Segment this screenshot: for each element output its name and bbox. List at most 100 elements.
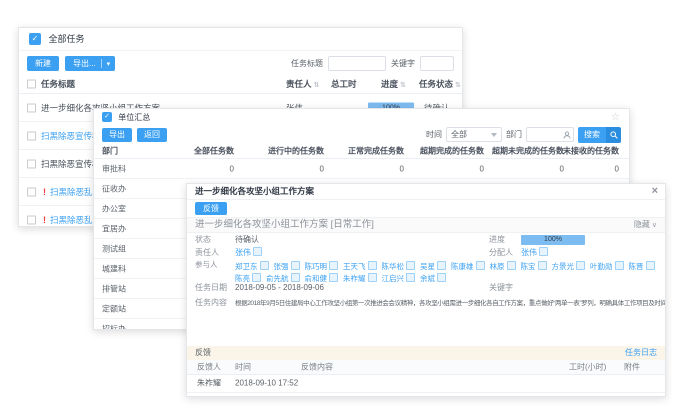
contact-card-icon[interactable]: [260, 261, 269, 270]
sort-icon[interactable]: [400, 79, 406, 89]
col-progress[interactable]: 进度: [381, 78, 406, 90]
star-icon[interactable]: [611, 109, 620, 126]
date-row: 任务日期 2018-09-05 - 2018-09-06 关键字: [187, 281, 665, 294]
feedback-button[interactable]: 反馈: [195, 202, 227, 215]
keyword-label: 关键字: [489, 281, 513, 294]
caret-down-icon[interactable]: [101, 59, 111, 68]
collapse-toggle[interactable]: 隐藏: [634, 218, 657, 233]
row-checkbox[interactable]: [27, 187, 36, 196]
progress-label: 进度: [489, 233, 505, 246]
status-value: 待确认: [235, 233, 259, 246]
row-checkbox[interactable]: [27, 215, 36, 224]
row-checkbox[interactable]: [27, 103, 36, 112]
person-link[interactable]: 陈宝: [521, 262, 536, 271]
participants-row: 参与人 郑卫东 张强 陈巧明 王天飞 陈华松 吴星 陈康雄 林原 陈宝 方景光 …: [187, 259, 665, 281]
contact-card-icon[interactable]: [406, 261, 415, 270]
dept-filter-label: 部门: [506, 129, 522, 140]
person-link[interactable]: 王天飞: [343, 262, 366, 271]
col-owner-label: 责任人: [286, 79, 312, 89]
owner-label: 责任人: [195, 246, 219, 259]
owner-row: 责任人 张伟 分配人 张伟: [187, 246, 665, 259]
search-button-label: 搜索: [578, 127, 606, 143]
detail-title: 进一步细化各攻坚小组工作方案: [195, 186, 314, 196]
owner-value: 张伟: [235, 246, 262, 259]
task-log-link[interactable]: 任务日志: [625, 346, 657, 360]
dept-filter-field: [526, 127, 574, 142]
person-icon[interactable]: [563, 131, 571, 139]
col-progress-label: 进度: [381, 79, 398, 89]
person-link[interactable]: 林原: [490, 262, 505, 271]
time-filter-select[interactable]: 全部: [446, 127, 502, 142]
col-feedback-time: 时间: [235, 362, 251, 373]
contact-card-icon[interactable]: [437, 261, 446, 270]
row-checkbox[interactable]: [27, 131, 36, 140]
panel-title: 单位汇总: [118, 113, 150, 122]
detail-actions: 反馈: [187, 200, 665, 217]
value-cell: 0: [560, 164, 564, 173]
panel-title: 全部任务: [49, 34, 85, 44]
search-button[interactable]: 搜索: [578, 127, 621, 143]
person-link[interactable]: 陈晋: [629, 262, 644, 271]
contact-card-icon[interactable]: [615, 261, 624, 270]
person-link[interactable]: 陈巧明: [305, 262, 328, 271]
contact-card-icon[interactable]: [646, 261, 655, 270]
sort-icon[interactable]: [314, 79, 320, 89]
col-task-title[interactable]: 任务标题: [41, 78, 75, 90]
collapse-label: 隐藏: [634, 220, 650, 229]
contact-card-icon[interactable]: [329, 261, 338, 270]
select-all-checkbox[interactable]: [27, 80, 36, 89]
participant: 吴星: [420, 261, 446, 271]
task-date-value: 2018-09-05 - 2018-09-06: [235, 281, 324, 294]
dept-cell: 招标办: [102, 323, 126, 330]
person-link[interactable]: 张强: [274, 262, 289, 271]
participant: 王天飞: [343, 261, 377, 271]
contact-card-icon[interactable]: [538, 261, 547, 270]
dept-cell: 征收办: [102, 183, 126, 194]
task-title-filter-input[interactable]: [328, 56, 386, 71]
task-content-label: 任务内容: [195, 297, 227, 308]
col-feedback-attachment: 附件: [624, 362, 640, 373]
row-checkbox[interactable]: [27, 159, 36, 168]
keyword-filter-input[interactable]: [420, 56, 454, 71]
overdue-alert-icon: !: [43, 215, 46, 225]
person-link[interactable]: 叶勤勋: [590, 262, 613, 271]
contact-card-icon[interactable]: [539, 247, 548, 256]
participant: 陈宝: [521, 261, 547, 271]
close-icon[interactable]: [652, 184, 658, 199]
contact-card-icon[interactable]: [576, 261, 585, 270]
dept-cell: 定额站: [102, 303, 126, 314]
task-detail-panel: 进一步细化各攻坚小组工作方案 反馈 进一步细化各攻坚小组工作方案 [日常工作] …: [186, 183, 666, 397]
col-owner[interactable]: 责任人: [286, 78, 319, 90]
person-link[interactable]: 陈康雄: [451, 262, 474, 271]
contact-card-icon[interactable]: [291, 261, 300, 270]
table-row[interactable]: 审批科 0 0 0 0 0 0: [94, 159, 629, 179]
export-button[interactable]: 导出: [102, 128, 132, 142]
person-link[interactable]: 郑卫东: [235, 262, 258, 271]
person-link[interactable]: 陈华松: [382, 262, 405, 271]
col-ongoing: 进行中的任务数: [268, 145, 324, 156]
export-button[interactable]: 导出...: [65, 56, 115, 71]
col-hours[interactable]: 总工时: [331, 78, 357, 90]
new-task-button[interactable]: 新建: [27, 56, 59, 71]
caret-down-icon: [491, 133, 497, 137]
unit-summary-header: 单位汇总: [94, 109, 629, 126]
col-status[interactable]: 任务状态: [419, 78, 461, 90]
contact-card-icon[interactable]: [253, 247, 262, 256]
contact-card-icon[interactable]: [476, 261, 485, 270]
sort-icon[interactable]: [455, 79, 461, 89]
back-button[interactable]: 返回: [137, 128, 167, 142]
value-cell: 0: [320, 164, 324, 173]
col-feedback-person: 反馈人: [197, 362, 221, 373]
feedback-section-bar: 反馈 任务日志: [187, 346, 665, 360]
overdue-alert-icon: !: [43, 187, 46, 197]
value-cell: 0: [480, 164, 484, 173]
person-link[interactable]: 张伟: [235, 248, 251, 257]
person-link[interactable]: 方景光: [552, 262, 575, 271]
search-icon: [606, 127, 621, 143]
person-link[interactable]: 张伟: [521, 248, 537, 257]
person-link[interactable]: 吴星: [420, 262, 435, 271]
contact-card-icon[interactable]: [507, 261, 516, 270]
feedback-row[interactable]: 朱祚耀 2018-09-10 17:52: [187, 374, 665, 393]
detail-heading-bar: 进一步细化各攻坚小组工作方案 [日常工作] 隐藏: [187, 217, 665, 233]
contact-card-icon[interactable]: [368, 261, 377, 270]
